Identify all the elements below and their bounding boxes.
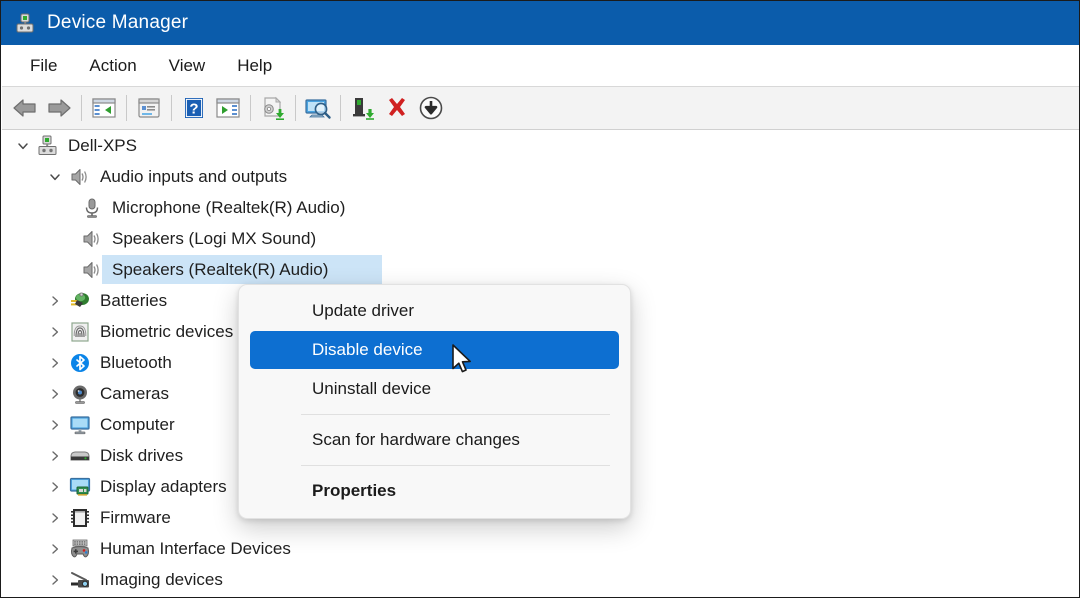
chevron-right-icon[interactable] [42, 357, 68, 369]
tree-item-label: Disk drives [100, 445, 184, 465]
tree-item-speakers-realtek-audio[interactable]: Speakers (Realtek(R) Audio) [2, 254, 1079, 285]
speaker-icon [80, 228, 104, 250]
tree-item-label: Dell-XPS [68, 135, 137, 155]
toolbar-separator [81, 95, 82, 121]
tree-item-label: Human Interface Devices [100, 538, 291, 558]
tree-item-label: Imaging devices [100, 569, 223, 589]
tree-item-label: Bluetooth [100, 352, 172, 372]
tree-item-label: Audio inputs and outputs [100, 166, 288, 186]
tree-item-human-interface-devices[interactable]: Human Interface Devices [2, 533, 1079, 564]
menu-bar: File Action View Help [2, 45, 1079, 87]
context-menu[interactable]: Update driver Disable device Uninstall d… [238, 284, 631, 519]
toolbar-separator [295, 95, 296, 121]
tree-item-microphone-realtek-audio[interactable]: Microphone (Realtek(R) Audio) [2, 192, 1079, 223]
fingerprint-icon [68, 321, 92, 343]
context-menu-separator [301, 465, 610, 466]
gamepad-icon [68, 538, 92, 560]
tree-item-label: Batteries [100, 290, 168, 310]
firmware-chip-icon [68, 507, 92, 529]
device-manager-icon [15, 12, 37, 34]
context-menu-disable-device[interactable]: Disable device [250, 331, 619, 369]
speaker-icon [68, 166, 92, 188]
chevron-right-icon[interactable] [42, 450, 68, 462]
toolbar-separator [250, 95, 251, 121]
enable-device-icon[interactable] [346, 91, 380, 125]
chevron-right-icon[interactable] [42, 419, 68, 431]
tree-item-label: Firmware [100, 507, 171, 527]
tree-item-label: Cameras [100, 383, 169, 403]
show-hide-console-tree-icon[interactable] [87, 91, 121, 125]
toolbar: ? [2, 87, 1079, 130]
context-menu-properties[interactable]: Properties [250, 472, 619, 510]
svg-text:?: ? [189, 101, 198, 118]
update-driver-icon[interactable] [256, 91, 290, 125]
chevron-right-icon[interactable] [42, 326, 68, 338]
chevron-right-icon[interactable] [42, 388, 68, 400]
imaging-device-icon [68, 569, 92, 591]
menu-file[interactable]: File [18, 53, 69, 79]
microphone-icon [80, 197, 104, 219]
toolbar-separator [340, 95, 341, 121]
tree-item-audio-inputs-and-outputs[interactable]: Audio inputs and outputs [2, 161, 1079, 192]
context-menu-uninstall-device[interactable]: Uninstall device [250, 370, 619, 408]
properties-icon[interactable] [132, 91, 166, 125]
chevron-right-icon[interactable] [42, 481, 68, 493]
display-adapter-icon [68, 476, 92, 498]
help-icon[interactable]: ? [177, 91, 211, 125]
title-bar: Device Manager [1, 1, 1079, 45]
toolbar-separator [171, 95, 172, 121]
chevron-right-icon[interactable] [42, 574, 68, 586]
window-title: Device Manager [47, 12, 189, 33]
monitor-icon [68, 414, 92, 436]
context-menu-update-driver[interactable]: Update driver [250, 292, 619, 330]
tree-item-label: Speakers (Realtek(R) Audio) [112, 259, 329, 279]
speaker-icon [80, 259, 104, 281]
disk-drive-icon [68, 445, 92, 467]
camera-icon [68, 383, 92, 405]
disable-device-icon[interactable] [414, 91, 448, 125]
chevron-down-icon[interactable] [42, 171, 68, 183]
context-menu-separator [301, 414, 610, 415]
chevron-right-icon[interactable] [42, 512, 68, 524]
uninstall-device-icon[interactable] [380, 91, 414, 125]
context-menu-scan-for-hardware-changes[interactable]: Scan for hardware changes [250, 421, 619, 459]
tree-item-label: Biometric devices [100, 321, 234, 341]
bluetooth-icon [68, 352, 92, 374]
back-arrow-icon[interactable] [8, 91, 42, 125]
chevron-right-icon[interactable] [42, 543, 68, 555]
tree-item-imaging-devices[interactable]: Imaging devices [2, 564, 1079, 595]
device-manager-window: Device Manager File Action View Help ? D… [0, 0, 1080, 598]
scan-hardware-changes-icon[interactable] [301, 91, 335, 125]
menu-view[interactable]: View [157, 53, 218, 79]
forward-arrow-icon[interactable] [42, 91, 76, 125]
menu-help[interactable]: Help [225, 53, 284, 79]
tree-item-label: Computer [100, 414, 175, 434]
tree-item-label: Speakers (Logi MX Sound) [112, 228, 317, 248]
toolbar-separator [126, 95, 127, 121]
menu-action[interactable]: Action [77, 53, 148, 79]
tree-item-label: Microphone (Realtek(R) Audio) [112, 197, 346, 217]
chevron-down-icon[interactable] [10, 140, 36, 152]
tree-item-dell-xps[interactable]: Dell-XPS [2, 130, 1079, 161]
tree-item-label: Display adapters [100, 476, 227, 496]
computer-root-icon [36, 135, 60, 157]
chevron-right-icon[interactable] [42, 295, 68, 307]
show-hide-action-pane-icon[interactable] [211, 91, 245, 125]
battery-icon [68, 290, 92, 312]
tree-item-speakers-logi-mx-sound[interactable]: Speakers (Logi MX Sound) [2, 223, 1079, 254]
